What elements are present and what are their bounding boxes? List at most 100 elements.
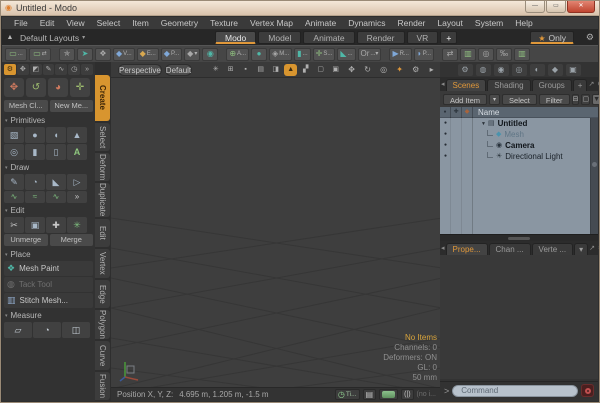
collapse-all-icon[interactable]: ⊟ xyxy=(572,94,580,105)
action-axis-button[interactable]: ⊕A... xyxy=(226,48,249,61)
place-section-header[interactable]: ▾ Place xyxy=(5,249,93,260)
eye-icon[interactable]: ● xyxy=(440,118,451,129)
vtab-select[interactable]: Select xyxy=(95,123,110,151)
pin-tool-button[interactable]: ✚ xyxy=(46,217,66,233)
search-button[interactable]: ◎ xyxy=(478,48,494,61)
popout-icon[interactable]: ↗ xyxy=(588,81,594,88)
popout-icon[interactable]: ↗ xyxy=(589,245,595,252)
viewport-canvas[interactable]: No Items Channels: 0 Deformers: ON GL: 0… xyxy=(111,78,442,387)
projection-dropdown[interactable]: Perspective xyxy=(118,64,162,76)
vtab-deform[interactable]: Deform xyxy=(95,153,110,181)
eye-icon[interactable]: ● xyxy=(440,140,451,151)
menu-select[interactable]: Select xyxy=(91,18,127,28)
eye-icon[interactable]: ● xyxy=(440,151,451,162)
frame-all-icon[interactable]: ✳ xyxy=(209,64,222,76)
spline-tool-button[interactable]: ∿ xyxy=(46,191,66,203)
unmerge-button[interactable]: Unmerge xyxy=(4,234,48,246)
maximize-button[interactable]: ▭ xyxy=(546,1,566,13)
menu-vertex-map[interactable]: Vertex Map xyxy=(244,18,299,28)
merge-verts-tool-button[interactable]: ✳ xyxy=(67,217,87,233)
tab-shading[interactable]: Shading xyxy=(487,79,530,91)
menu-system[interactable]: System xyxy=(469,18,509,28)
command-input[interactable] xyxy=(452,385,578,397)
add-tab-button[interactable]: + xyxy=(573,79,588,91)
workplane-button[interactable]: ● xyxy=(251,48,267,61)
tab-vertex-maps[interactable]: Verte ... xyxy=(532,243,574,255)
tack-tool[interactable]: ◍ Tack Tool xyxy=(4,277,93,292)
quad-view-icon[interactable]: ⊞ xyxy=(224,64,237,76)
mesh-constraint-button[interactable]: ◈M... xyxy=(269,48,292,61)
items-mode-button[interactable]: ◆▾ xyxy=(184,48,200,61)
toolbox-tab-basic[interactable]: ⚙ xyxy=(4,64,16,75)
tabs-back-icon[interactable]: ◂ xyxy=(441,81,445,88)
vtab-curve[interactable]: Curve xyxy=(95,341,110,369)
tab-channels[interactable]: Chan ... xyxy=(489,243,531,255)
vertices-mode-button[interactable]: ◆V... xyxy=(113,48,135,61)
pin-icon[interactable]: ▲ xyxy=(2,34,18,41)
vtab-vertex[interactable]: Vertex xyxy=(95,249,110,277)
default-layouts-dropdown[interactable]: Default Layouts xyxy=(20,33,79,43)
expand-icon[interactable]: ▼ xyxy=(481,121,486,127)
preset-locator-icon[interactable]: ◎ xyxy=(512,64,527,76)
item-row-untitled[interactable]: ● ▼ ▤ Untitled xyxy=(440,118,598,129)
add-layout-tab-button[interactable]: + xyxy=(440,31,457,44)
preset-gear-icon[interactable]: ⚙ xyxy=(458,64,473,76)
only-toggle-button[interactable]: ★Only xyxy=(530,31,574,44)
item-row-camera[interactable]: ● ◉ Camera xyxy=(440,140,598,151)
auto-select-button[interactable]: ➤ xyxy=(77,48,93,61)
command-chevron-icon[interactable]: > xyxy=(444,386,449,396)
filter-funnel-icon[interactable]: ▼ xyxy=(592,94,600,105)
bezier-tool-button[interactable]: ▷ xyxy=(67,174,87,190)
action-center-dropdown[interactable]: Or...▾ xyxy=(358,48,382,61)
layout-tab-modo[interactable]: Modo xyxy=(215,31,256,44)
vtab-create[interactable]: Create xyxy=(95,75,110,121)
rotate-tool-button[interactable]: ↺ xyxy=(26,78,46,97)
toolbox-tab-sculpt[interactable]: ◩ xyxy=(30,64,42,75)
menu-render[interactable]: Render xyxy=(392,18,432,28)
titlebar[interactable]: ◉ Untitled - Modo — ▭ ✕ xyxy=(1,1,599,16)
falloff-tool-button[interactable]: ◕ xyxy=(48,78,68,97)
toolbox-tab-time[interactable]: ◷ xyxy=(68,64,80,75)
background-icon[interactable]: ▢ xyxy=(314,64,327,76)
cylinder-tool-button[interactable]: ▮ xyxy=(25,144,45,160)
slice-tool-button[interactable]: ▣ xyxy=(25,217,45,233)
edit-section-header[interactable]: ▾ Edit xyxy=(5,205,93,216)
environment-icon[interactable]: ▞ xyxy=(299,64,312,76)
sphere-tool-button[interactable]: ● xyxy=(25,127,45,143)
3d-viewport[interactable]: Perspective Default ✳ ⊞ ▪ ▤ ◨ ▲ ▞ ▢ ▣ ✥ … xyxy=(111,62,442,401)
mesh-cleanup-button[interactable]: Mesh Cl... xyxy=(4,100,48,112)
text-tool-button[interactable]: A xyxy=(67,144,87,160)
preset-instance-icon[interactable]: ◉ xyxy=(494,64,509,76)
primitives-section-header[interactable]: ▾ Primitives xyxy=(5,115,93,126)
filter-button[interactable]: Filter xyxy=(539,94,570,105)
layout-gear-icon[interactable]: ⚙ xyxy=(586,32,594,43)
cube-tool-button[interactable]: ▧ xyxy=(4,127,24,143)
ruler-tool-button[interactable]: ▱ xyxy=(4,322,32,338)
cut-tool-button[interactable]: ✂ xyxy=(4,217,24,233)
materials-mode-button[interactable]: ◉ xyxy=(202,48,218,61)
print-button[interactable]: ▤ xyxy=(363,389,377,400)
toolbox-tab-more[interactable]: » xyxy=(81,64,93,75)
preview-button[interactable]: ◗P... xyxy=(414,48,434,61)
stitch-mesh-tool[interactable]: ▥ Stitch Mesh... xyxy=(4,293,93,308)
swap-tool-button[interactable]: ⇄ xyxy=(442,48,458,61)
default-shading-icon[interactable]: ▲ xyxy=(284,64,297,76)
render-layout-button[interactable]: ▶R... xyxy=(389,48,412,61)
select-through-button[interactable]: ❖ xyxy=(95,48,111,61)
dimensions-button[interactable]: ‰ xyxy=(496,48,512,61)
menu-geometry[interactable]: Geometry xyxy=(155,18,204,28)
setup-mode-button[interactable]: ✯ xyxy=(59,48,75,61)
item-list[interactable]: ● ▼ ▤ Untitled ● ◆ Mesh ● ◉ Camera xyxy=(440,118,598,234)
falloff-button[interactable]: ◣... xyxy=(337,48,355,61)
torus-tool-button[interactable]: ◎ xyxy=(4,144,24,160)
draw-more-button[interactable]: » xyxy=(67,191,87,203)
protractor-tool-button[interactable]: ◔ xyxy=(33,322,61,338)
add-item-button[interactable]: Add Item xyxy=(443,94,487,105)
layout-switch-button[interactable]: ▭... xyxy=(5,48,27,61)
measure-section-header[interactable]: ▾ Measure xyxy=(5,310,93,321)
item-row-mesh[interactable]: ● ◆ Mesh xyxy=(440,129,598,140)
menu-file[interactable]: File xyxy=(8,18,34,28)
tab-scenes[interactable]: Scenes xyxy=(446,79,487,91)
new-mesh-button[interactable]: New Me... xyxy=(50,100,94,112)
meter-button[interactable]: ▥ xyxy=(514,48,530,61)
